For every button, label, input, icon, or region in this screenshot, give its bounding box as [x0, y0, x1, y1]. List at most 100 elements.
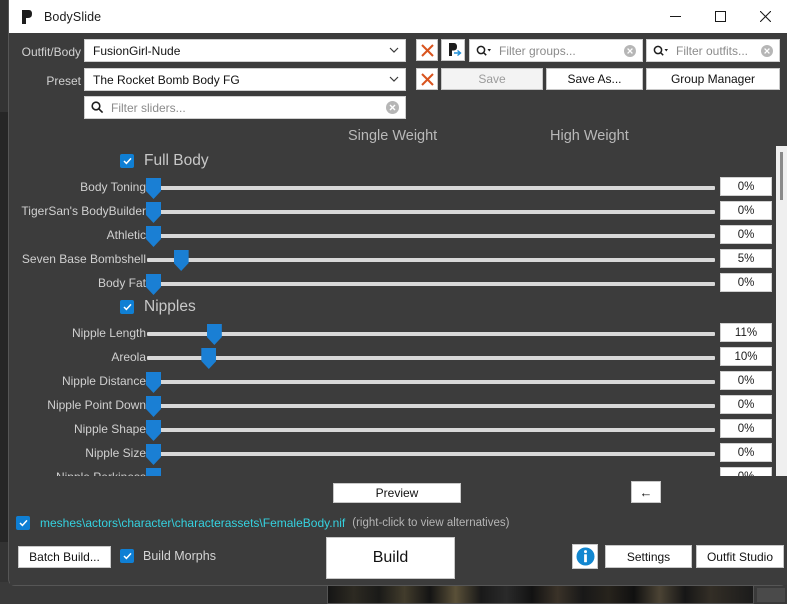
slider-group-checkbox[interactable]: [120, 154, 134, 168]
group-manager-button[interactable]: Group Manager: [646, 68, 780, 90]
slider-label: TigerSan's BodyBuilder: [21, 204, 146, 218]
slider-thumb[interactable]: [146, 468, 161, 476]
slider-value[interactable]: 0%: [720, 225, 772, 244]
slider-thumb[interactable]: [201, 348, 217, 369]
slider-panel: Single Weight High Weight Full Body Body …: [10, 124, 787, 476]
slider-track[interactable]: [147, 380, 715, 384]
slider-scrollbar-thumb[interactable]: [780, 152, 783, 200]
slider-row: Nipple Perkiness0%: [10, 466, 772, 476]
slider-thumb[interactable]: [146, 372, 161, 393]
slider-track[interactable]: [147, 186, 715, 190]
slider-row: Athletic 0%: [10, 224, 772, 248]
slider-thumb[interactable]: [146, 274, 161, 295]
info-icon-button[interactable]: [572, 544, 598, 569]
clear-outfit-button[interactable]: [416, 39, 438, 61]
clear-filter-groups-icon[interactable]: [624, 44, 636, 57]
slider-value[interactable]: 10%: [720, 347, 772, 366]
slider-value[interactable]: 0%: [720, 273, 772, 292]
filter-outfits-input[interactable]: Filter outfits...: [646, 39, 780, 62]
close-button[interactable]: [743, 0, 787, 33]
preset-combobox[interactable]: The Rocket Bomb Body FG: [84, 68, 406, 91]
slider-label: Seven Base Bombshell: [21, 252, 146, 266]
slider-track[interactable]: [147, 282, 715, 286]
slider-label: Nipple Shape: [73, 422, 146, 436]
slider-label: Body Fat: [97, 276, 146, 290]
clear-filter-sliders-icon[interactable]: [386, 101, 399, 114]
outfit-picker-icon-button[interactable]: [441, 39, 465, 61]
filter-groups-input[interactable]: Filter groups...: [469, 39, 643, 62]
slider-thumb[interactable]: [146, 396, 161, 417]
preview-button[interactable]: Preview: [333, 483, 461, 503]
slider-group-header[interactable]: Nipples: [120, 298, 196, 316]
background-bottom-right-block: [757, 588, 785, 602]
slider-thumb[interactable]: [173, 250, 189, 271]
slider-track[interactable]: [147, 404, 715, 408]
slider-group-checkbox[interactable]: [120, 300, 134, 314]
build-morphs-label: Build Morphs: [143, 549, 216, 563]
bodyslide-window: BodySlide Outfit/Body FusionGirl-Nude Fi…: [8, 0, 787, 586]
slider-thumb[interactable]: [146, 202, 161, 223]
slider-label: Nipple Size: [85, 446, 146, 460]
slider-track[interactable]: [147, 234, 715, 238]
slider-row: Nipple Size 0%: [10, 442, 772, 466]
maximize-button[interactable]: [698, 0, 743, 33]
slider-thumb[interactable]: [146, 444, 161, 465]
chevron-down-icon: [383, 47, 405, 54]
slider-track[interactable]: [147, 258, 715, 262]
slider-scrollbar[interactable]: [776, 146, 787, 476]
outfit-body-value: FusionGirl-Nude: [93, 43, 181, 58]
slider-label: Athletic: [106, 228, 146, 242]
slider-track[interactable]: [147, 452, 715, 456]
build-morphs-checkbox[interactable]: [120, 549, 134, 563]
slider-value[interactable]: 0%: [720, 419, 772, 438]
preset-label: Preset: [46, 74, 81, 88]
slider-thumb[interactable]: [146, 178, 161, 199]
filter-sliders-placeholder: Filter sliders...: [111, 100, 186, 115]
slider-group-label: Full Body: [144, 152, 209, 169]
slider-value[interactable]: 0%: [720, 467, 772, 476]
slider-label: Nipple Point Down: [47, 398, 146, 412]
build-button[interactable]: Build: [326, 537, 455, 579]
filter-groups-placeholder: Filter groups...: [499, 43, 576, 58]
save-button[interactable]: Save: [441, 68, 543, 90]
high-weight-header: High Weight: [550, 128, 629, 144]
slider-value[interactable]: 0%: [720, 177, 772, 196]
slider-track[interactable]: [147, 332, 715, 336]
slider-group-header[interactable]: Full Body: [120, 152, 209, 170]
batch-build-button[interactable]: Batch Build...: [18, 546, 111, 568]
clear-filter-outfits-icon[interactable]: [761, 44, 773, 57]
clear-preset-button[interactable]: [416, 68, 438, 90]
slider-track[interactable]: [147, 210, 715, 214]
slider-value[interactable]: 5%: [720, 249, 772, 268]
preset-value: The Rocket Bomb Body FG: [93, 72, 240, 87]
filter-sliders-input[interactable]: Filter sliders...: [84, 96, 406, 119]
mesh-path-row: meshes\actors\character\characterassets\…: [16, 516, 509, 530]
slider-value[interactable]: 11%: [720, 323, 772, 342]
search-icon: [476, 45, 492, 57]
slider-thumb[interactable]: [206, 324, 222, 345]
mesh-path-text[interactable]: meshes\actors\character\characterassets\…: [40, 516, 345, 530]
slider-row: Nipple Length 11%: [10, 322, 772, 346]
back-arrow-button[interactable]: ←: [631, 481, 661, 503]
slider-value[interactable]: 0%: [720, 371, 772, 390]
slider-track[interactable]: [147, 428, 715, 432]
slider-label: Nipple Length: [71, 326, 146, 340]
slider-thumb[interactable]: [146, 420, 161, 441]
background-left-strip: [0, 112, 8, 542]
save-as-button[interactable]: Save As...: [546, 68, 643, 90]
minimize-button[interactable]: [653, 0, 698, 33]
slider-value[interactable]: 0%: [720, 201, 772, 220]
slider-value[interactable]: 0%: [720, 443, 772, 462]
slider-track[interactable]: [147, 356, 715, 360]
slider-label: Nipple Distance: [61, 374, 146, 388]
outfit-body-combobox[interactable]: FusionGirl-Nude: [84, 39, 406, 62]
mesh-enabled-checkbox[interactable]: [16, 516, 30, 530]
settings-button[interactable]: Settings: [605, 545, 692, 568]
build-morphs-row[interactable]: Build Morphs: [120, 549, 216, 563]
slider-row: TigerSan's BodyBuilder 0%: [10, 200, 772, 224]
slider-value[interactable]: 0%: [720, 395, 772, 414]
outfit-studio-button[interactable]: Outfit Studio: [696, 545, 784, 568]
filter-outfits-placeholder: Filter outfits...: [676, 43, 749, 58]
slider-thumb[interactable]: [146, 226, 161, 247]
slider-row: Nipple Point Down 0%: [10, 394, 772, 418]
